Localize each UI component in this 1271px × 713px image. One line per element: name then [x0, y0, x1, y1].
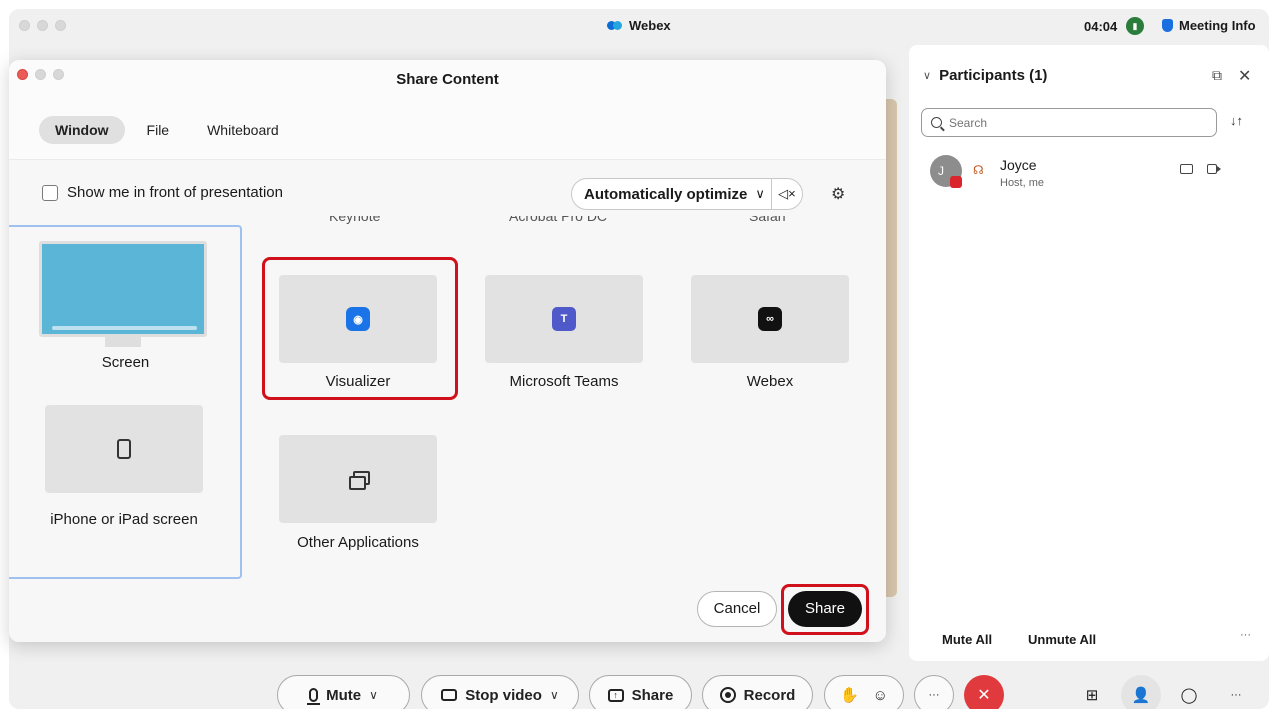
scrolled-app-labels: Keynote Acrobat Pro DC Safari — [329, 216, 829, 230]
raise-hand-icon[interactable]: ✋ — [840, 686, 859, 704]
app-tile-teams[interactable]: T — [485, 275, 643, 363]
mute-all-button[interactable]: Mute All — [942, 632, 992, 647]
share-toolbar-label: Share — [631, 686, 674, 704]
chat-icon: ◯ — [1180, 687, 1198, 704]
webex-icon: ∞ — [758, 307, 782, 331]
video-camera-icon — [441, 689, 458, 701]
cut-label-safari: Safari — [749, 216, 786, 224]
app-label-other: Other Applications — [297, 534, 419, 551]
mute-label: Mute — [326, 686, 362, 704]
share-screen-icon: ↑ — [607, 688, 624, 702]
show-me-checkbox[interactable] — [42, 184, 58, 201]
window-close-dot[interactable] — [19, 20, 30, 31]
app-tile-webex[interactable]: ∞ — [691, 275, 849, 363]
participants-title: Participants (1) — [939, 67, 1048, 84]
title-bar: Webex 04:04 ▮ Meeting Info — [9, 9, 1269, 43]
emoji-icon[interactable]: ☺ — [873, 687, 888, 704]
captions-icon — [1180, 164, 1193, 174]
share-audio-icon[interactable]: ◁× — [772, 186, 802, 202]
app-label-teams: Microsoft Teams — [509, 373, 619, 390]
app-title: Webex — [607, 18, 671, 33]
participants-button[interactable]: 👤 — [1121, 675, 1161, 709]
screen-label: Screen — [101, 354, 150, 371]
chevron-down-icon: ∨ — [755, 186, 765, 201]
stop-video-button[interactable]: Stop video ∨ — [421, 675, 579, 709]
share-content-dialog: Share Content Window File Whiteboard Sho… — [9, 60, 886, 642]
dock-preview — [52, 326, 197, 330]
toolbar-more-button[interactable]: ··· — [1216, 675, 1256, 709]
optimize-dropdown[interactable]: Automatically optimize ∨ ◁× — [571, 178, 803, 210]
share-button-highlight — [781, 584, 869, 635]
participants-icon: 👤 — [1131, 687, 1151, 704]
tab-file[interactable]: File — [131, 116, 186, 144]
show-me-label: Show me in front of presentation — [67, 184, 283, 201]
muted-badge-icon — [950, 176, 962, 188]
window-zoom-dot[interactable] — [55, 20, 66, 31]
app-title-text: Webex — [629, 18, 671, 33]
share-toolbar-button[interactable]: ↑ Share — [589, 675, 692, 709]
screen-thumbnail[interactable] — [39, 241, 207, 337]
apps-icon: ⊞ — [1085, 687, 1099, 704]
visualizer-highlight — [262, 257, 458, 400]
reactions-group[interactable]: ✋ ☺ — [824, 675, 904, 709]
windows-icon — [349, 471, 370, 490]
participant-row[interactable]: J ☊ Joyce Host, me — [921, 153, 1251, 193]
iphone-ipad-tile[interactable] — [45, 405, 203, 493]
participants-panel: ∨ Participants (1) ⧉ ✕ ↓↑ J ☊ Joyce Host… — [909, 45, 1269, 661]
network-signal-icon[interactable]: ▮ — [1126, 17, 1144, 35]
close-icon[interactable]: ✕ — [1238, 66, 1251, 86]
chat-button[interactable]: ◯ — [1169, 675, 1209, 709]
participants-header[interactable]: ∨ Participants (1) — [923, 67, 1047, 84]
optimize-label: Automatically optimize — [584, 185, 748, 203]
close-icon: ✕ — [977, 687, 991, 704]
meeting-timer: 04:04 — [1084, 19, 1118, 34]
chevron-down-icon: ∨ — [923, 70, 932, 82]
phone-icon — [117, 439, 131, 459]
participant-name: Joyce — [1000, 157, 1037, 173]
video-camera-icon — [1207, 164, 1221, 174]
more-options-button[interactable]: ··· — [914, 675, 954, 709]
show-me-option[interactable]: Show me in front of presentation — [42, 184, 283, 201]
record-icon — [719, 687, 736, 703]
participant-role: Host, me — [1000, 177, 1045, 189]
gear-icon[interactable]: ⚙ — [831, 184, 845, 204]
app-tile-other[interactable] — [279, 435, 437, 523]
cut-label-acrobat: Acrobat Pro DC — [509, 216, 608, 224]
search-icon — [931, 117, 942, 128]
leave-meeting-button[interactable]: ✕ — [964, 675, 1004, 709]
record-label: Record — [743, 686, 796, 704]
share-tabs: Window File Whiteboard — [39, 116, 295, 144]
tab-window[interactable]: Window — [39, 116, 125, 144]
cut-label-keynote: Keynote — [329, 216, 381, 224]
app-label-webex: Webex — [746, 373, 794, 390]
webex-logo-icon — [607, 20, 623, 32]
window-minimize-dot[interactable] — [37, 20, 48, 31]
teams-icon: T — [552, 307, 576, 331]
meeting-info-button[interactable]: Meeting Info — [1162, 18, 1256, 33]
search-input[interactable] — [949, 115, 1199, 130]
apps-button[interactable]: ⊞ — [1072, 675, 1112, 709]
dialog-title: Share Content — [396, 71, 499, 88]
chevron-down-icon[interactable]: ∨ — [550, 688, 559, 702]
tab-whiteboard[interactable]: Whiteboard — [191, 116, 295, 144]
microphone-icon — [307, 688, 321, 705]
cancel-button[interactable]: Cancel — [697, 591, 777, 627]
unmute-all-button[interactable]: Unmute All — [1028, 632, 1096, 647]
iphone-ipad-label: iPhone or iPad screen — [50, 511, 198, 528]
meeting-toolbar: Mute ∨ Stop video ∨ ↑ Share Record ✋ ☺ ·… — [9, 665, 1269, 709]
participants-more-button[interactable]: ··· — [1240, 629, 1251, 641]
shared-stage-edge — [885, 99, 897, 597]
participant-search[interactable] — [921, 108, 1217, 137]
stop-video-label: Stop video — [465, 686, 542, 704]
popout-icon[interactable]: ⧉ — [1212, 67, 1222, 84]
shield-icon — [1162, 19, 1173, 32]
record-button[interactable]: Record — [702, 675, 813, 709]
monitor-stand — [105, 337, 141, 347]
mute-button[interactable]: Mute ∨ — [277, 675, 410, 709]
chevron-down-icon[interactable]: ∨ — [369, 688, 378, 702]
meeting-info-label: Meeting Info — [1179, 18, 1256, 33]
host-icon: ☊ — [973, 163, 984, 177]
sort-icon[interactable]: ↓↑ — [1230, 113, 1243, 128]
